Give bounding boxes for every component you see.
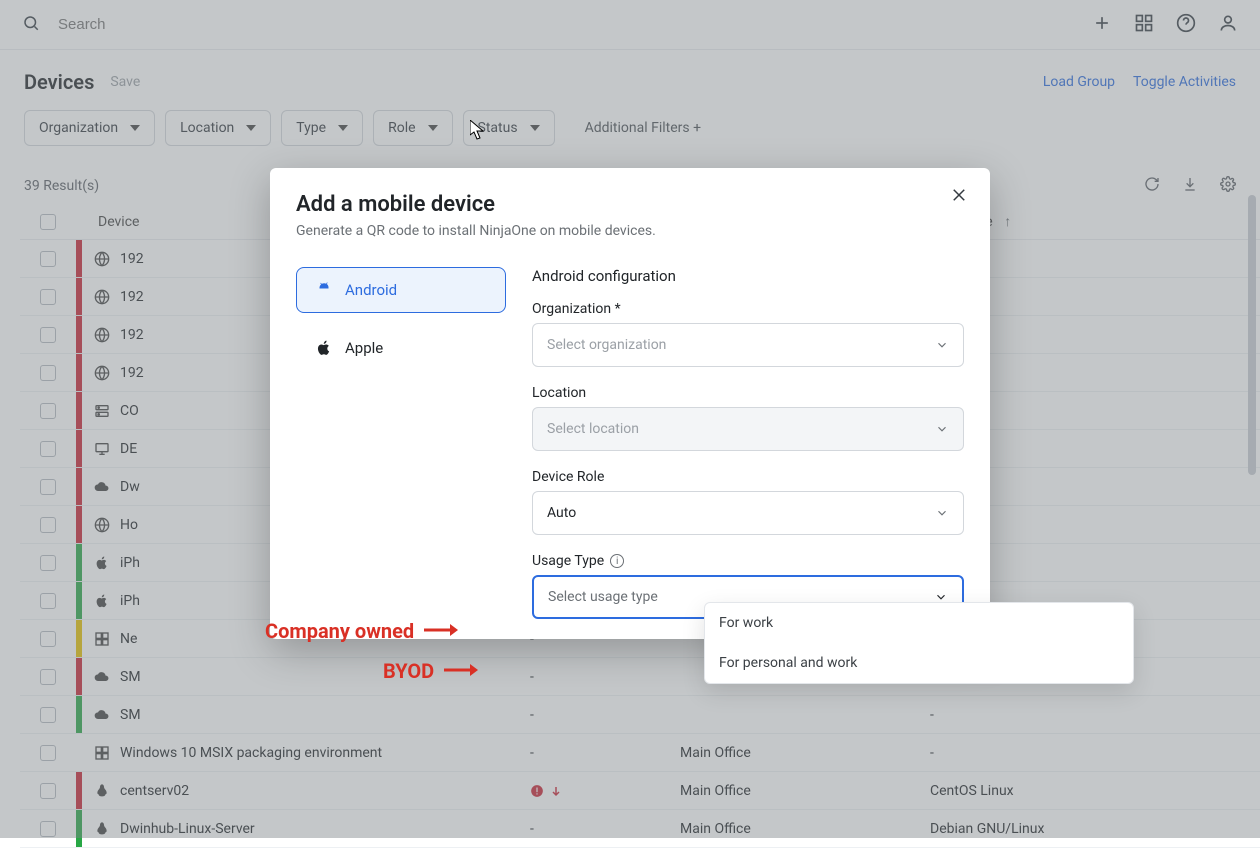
device-role-label: Device Role (532, 469, 964, 485)
location-placeholder: Select location (547, 421, 639, 437)
annotation-company-owned: Company owned (265, 618, 458, 643)
tab-apple-label: Apple (345, 339, 383, 357)
modal-subtitle: Generate a QR code to install NinjaOne o… (296, 223, 964, 239)
location-select: Select location (532, 407, 964, 451)
tab-apple[interactable]: Apple (296, 325, 506, 371)
usage-type-placeholder: Select usage type (548, 589, 658, 605)
usage-type-options: For work For personal and work (704, 602, 1134, 684)
annotation-byod: BYOD (383, 658, 478, 683)
device-role-select[interactable]: Auto (532, 491, 964, 535)
modal-overlay: Add a mobile device Generate a QR code t… (0, 0, 1260, 838)
form-section-title: Android configuration (532, 267, 964, 285)
usage-type-label: Usage Type i (532, 553, 964, 569)
arrow-icon (444, 658, 478, 683)
usage-option-work[interactable]: For work (705, 603, 1133, 643)
tab-android[interactable]: Android (296, 267, 506, 313)
close-icon[interactable] (950, 186, 968, 208)
organization-label: Organization * (532, 301, 964, 317)
organization-select[interactable]: Select organization (532, 323, 964, 367)
arrow-icon (424, 618, 458, 643)
usage-option-personal-work[interactable]: For personal and work (705, 643, 1133, 683)
tab-android-label: Android (345, 281, 397, 299)
location-label: Location (532, 385, 964, 401)
organization-placeholder: Select organization (547, 337, 666, 353)
add-mobile-device-modal: Add a mobile device Generate a QR code t… (270, 168, 990, 639)
modal-title: Add a mobile device (296, 192, 964, 217)
info-icon[interactable]: i (610, 554, 624, 568)
device-role-value: Auto (547, 505, 576, 521)
